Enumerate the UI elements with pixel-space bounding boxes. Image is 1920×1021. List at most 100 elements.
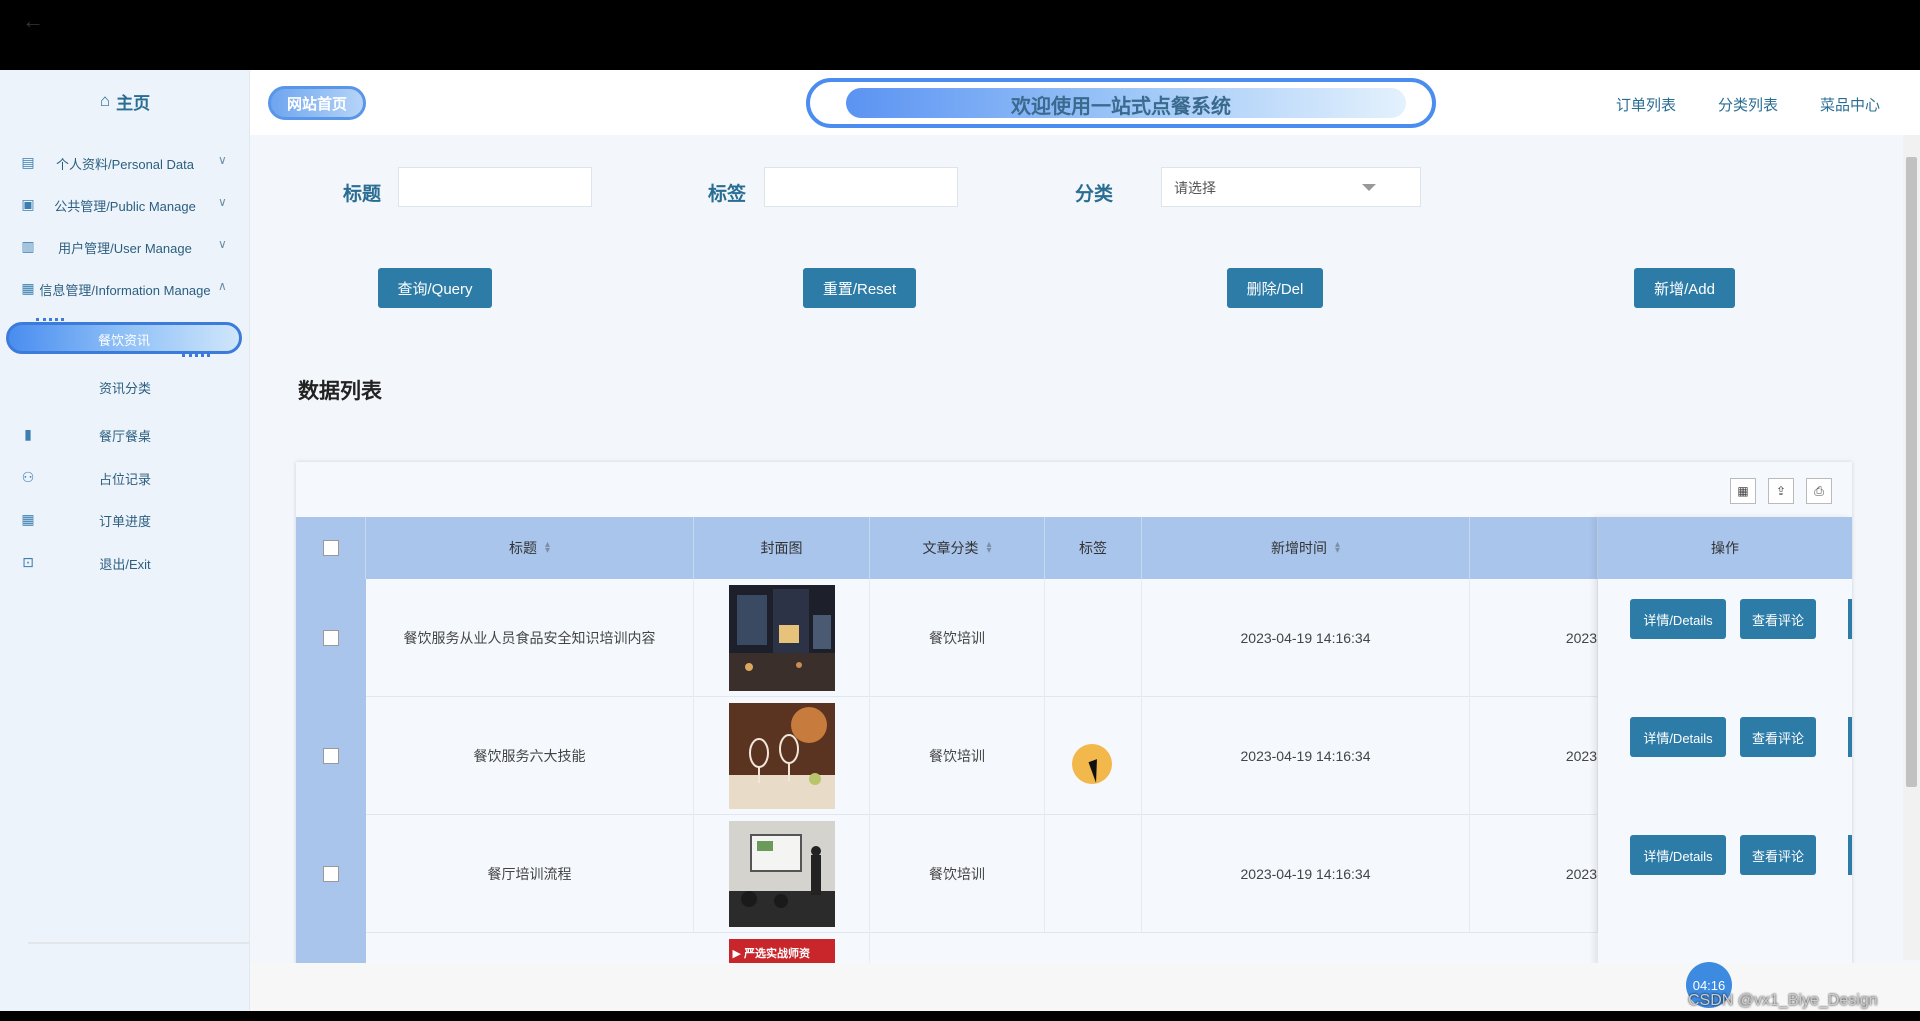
cell-cover (694, 815, 870, 933)
sidebar-item-label: 资讯分类 (98, 380, 151, 396)
select-all-checkbox[interactable] (322, 540, 339, 556)
sidebar-item-label: 用户管理/User Manage (58, 240, 192, 256)
comments-button[interactable]: 查看评论 (1740, 835, 1816, 875)
cell-tag (1045, 579, 1142, 697)
sidebar-item-personal-data[interactable]: ▤ 个人资料/Personal Data ∨ (0, 148, 250, 178)
row-checkbox-cell (296, 815, 366, 933)
export-icon[interactable]: ⇪ (1768, 478, 1794, 504)
cover-image-partial: ▶ 严选实战师资 (728, 939, 835, 965)
banner-title: 欢迎使用一站式点餐系统 (1011, 96, 1231, 118)
nav-dish-center[interactable]: 菜品中心 (1820, 94, 1880, 115)
nav-order-list[interactable]: 订单列表 (1616, 94, 1676, 115)
sidebar-item-label: 退出/Exit (99, 556, 151, 572)
sort-icon: ▴ ▾ (986, 539, 992, 556)
comments-button[interactable]: 查看评论 (1740, 717, 1816, 757)
col-time[interactable]: 新增时间 ▴ ▾ (1142, 517, 1470, 579)
col-category[interactable]: 文章分类 ▴ ▾ (870, 517, 1045, 579)
more-button-edge[interactable] (1848, 835, 1852, 875)
sidebar-item-exit[interactable]: ⊡ 退出/Exit (0, 548, 250, 578)
columns-icon[interactable]: ▦ (1730, 478, 1756, 504)
select-placeholder: 请选择 (1174, 180, 1216, 196)
add-button[interactable]: 新增/Add (1634, 268, 1735, 308)
more-button-edge[interactable] (1848, 717, 1852, 757)
sort-icon: ▴ ▾ (1334, 539, 1341, 556)
row-checkbox-cell (296, 579, 366, 697)
main-content: 标题 标签 分类 请选择 查询/Query 重置/Reset 删除/Del 新增… (250, 135, 1900, 965)
operations-column: 操作 详情/Details 查看评论 详情/Details 查看评论 详情/De… (1598, 517, 1852, 965)
site-home-button[interactable]: 网站首页 (268, 86, 366, 120)
cover-image-training-room (728, 821, 835, 927)
row-checkbox[interactable] (323, 866, 339, 882)
filter-tag-input[interactable] (764, 167, 958, 207)
filter-title-input[interactable] (398, 167, 592, 207)
cover-image-night-street (728, 585, 835, 691)
chevron-down-icon: ∨ (218, 237, 227, 251)
watermark: CSDN @vx1_Biye_Design (1688, 992, 1878, 1009)
query-button[interactable]: 查询/Query (378, 268, 492, 308)
vertical-scrollbar[interactable] (1903, 135, 1920, 960)
cell-time-extra: 2023 (1470, 815, 1598, 933)
back-arrow-icon[interactable]: ← (22, 8, 44, 34)
cell-time: 2023-04-19 14:16:34 (1142, 579, 1470, 697)
cell-time-extra: 2023 (1470, 697, 1598, 815)
select-all-cell (296, 517, 366, 579)
sidebar-item-order-progress[interactable]: ▦ 订单进度 (0, 505, 250, 535)
home-icon: ⌂ (99, 91, 111, 110)
row-checkbox[interactable] (323, 748, 339, 764)
details-button[interactable]: 详情/Details (1630, 717, 1726, 757)
sidebar-home[interactable]: ⌂ 主页 (0, 80, 250, 122)
sidebar-item-active[interactable]: 餐饮资讯 (6, 318, 242, 358)
filter-title-label: 标题 (343, 184, 382, 205)
sidebar-item-reservations[interactable]: ⚇ 占位记录 (0, 463, 250, 493)
col-tag-label: 标签 (1079, 540, 1107, 556)
reset-button[interactable]: 重置/Reset (803, 268, 916, 308)
data-table-panel: ▦ ⇪ ⎙ 标题 ▴ ▾ 封面图 文章分类 ▴ ▾ 标签 新增时间 ▴ ▾ 餐饮… (296, 462, 1852, 965)
sidebar-item-label: 公共管理/Public Manage (54, 198, 196, 214)
col-extra (1470, 517, 1598, 579)
sidebar-item-public-manage[interactable]: ▣ 公共管理/Public Manage ∨ (0, 190, 250, 220)
details-button[interactable]: 详情/Details (1630, 599, 1726, 639)
col-cover-label: 封面图 (760, 540, 803, 556)
sidebar-item-label: 餐厅餐桌 (98, 428, 151, 444)
cell-time: 2023-04-19 14:16:34 (1142, 815, 1470, 933)
cell-cover: ▶ 严选实战师资 (694, 933, 870, 965)
browser-top-bar: ← (0, 0, 1920, 70)
col-title-label: 标题 (508, 540, 537, 556)
sidebar-item-tables[interactable]: ▮ 餐厅餐桌 (0, 420, 250, 450)
sidebar-item-user-manage[interactable]: ▥ 用户管理/User Manage ∨ (0, 232, 250, 262)
chevron-down-icon: ∨ (218, 195, 227, 209)
print-icon[interactable]: ⎙ (1806, 478, 1832, 504)
row-checkbox-cell (296, 933, 366, 965)
cell-title: 餐饮服务六大技能 (366, 697, 694, 815)
filter-category-label: 分类 (1075, 184, 1114, 205)
cell-title: 餐饮服务从业人员食品安全知识培训内容 (366, 579, 694, 697)
details-button[interactable]: 详情/Details (1630, 835, 1726, 875)
sidebar-item-label: 占位记录 (98, 471, 151, 487)
cell-time: 2023-04-19 14:16:34 (1142, 697, 1470, 815)
sidebar-item-information-manage[interactable]: ▦ 信息管理/Information Manage ∧ (0, 274, 250, 304)
more-button-edge[interactable] (1848, 599, 1852, 639)
nav-category-list[interactable]: 分类列表 (1718, 94, 1778, 115)
sidebar-item-label: 信息管理/Information Manage (39, 282, 211, 298)
sidebar-home-label: 主页 (116, 93, 151, 113)
scrollbar-thumb[interactable] (1906, 157, 1917, 787)
cell-cover (694, 579, 870, 697)
bottom-strip (250, 963, 1920, 1011)
cell-category: 餐饮培训 (870, 697, 1045, 815)
cover-image-wine-glasses (728, 703, 835, 809)
comments-button[interactable]: 查看评论 (1740, 599, 1816, 639)
col-title[interactable]: 标题 ▴ ▾ (366, 517, 694, 579)
col-time-label: 新增时间 (1270, 540, 1327, 556)
cell-time-extra: 2023 (1470, 579, 1598, 697)
row-checkbox-cell (296, 697, 366, 815)
row-checkbox[interactable] (323, 630, 339, 646)
filter-category-select[interactable]: 请选择 (1161, 167, 1421, 207)
browser-bottom-bar (0, 1011, 1920, 1021)
delete-button[interactable]: 删除/Del (1227, 268, 1323, 308)
filter-tag-label: 标签 (708, 184, 747, 205)
welcome-banner: 欢迎使用一站式点餐系统 (806, 78, 1436, 128)
app-root: ⌂ 主页 ▤ 个人资料/Personal Data ∨ ▣ 公共管理/Publi… (0, 70, 1920, 1011)
chevron-down-icon: ∨ (218, 153, 227, 167)
decor-dots (36, 318, 64, 321)
sidebar-item-category[interactable]: 资讯分类 (0, 372, 250, 402)
